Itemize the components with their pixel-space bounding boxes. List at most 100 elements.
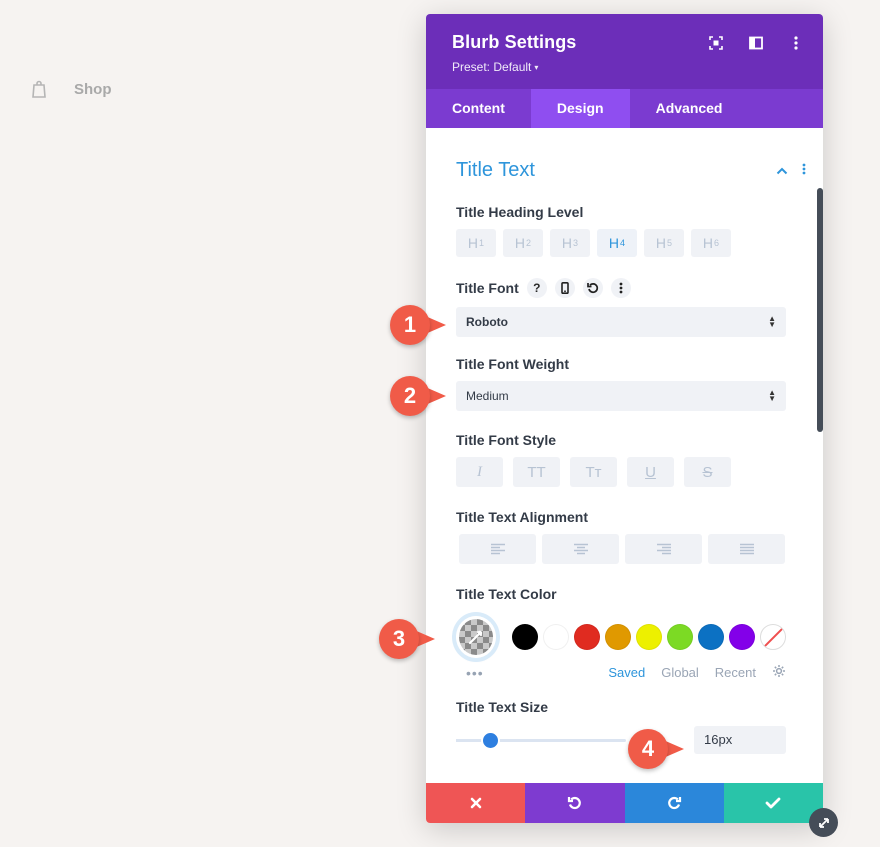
undo-icon <box>567 796 581 810</box>
swatch-blue[interactable] <box>698 624 724 650</box>
preset-label: Preset: Default <box>452 60 532 74</box>
select-arrows-icon: ▲ ▼ <box>768 388 776 403</box>
uppercase-button[interactable]: TT <box>513 457 560 487</box>
swatch-black[interactable] <box>512 624 538 650</box>
text-color-label: Title Text Color <box>456 586 557 602</box>
shopping-bag-icon <box>32 80 46 98</box>
colors-tab-recent[interactable]: Recent <box>715 665 756 680</box>
blurb-settings-modal: Blurb Settings Preset: Default ▾ Content … <box>426 14 823 823</box>
swatch-yellow[interactable] <box>636 624 662 650</box>
settings-content: Title Text Title Heading Level H1 H2 H3 … <box>426 128 823 783</box>
section-title: Title Text <box>456 159 535 181</box>
eyedropper-icon <box>468 630 483 645</box>
italic-button[interactable]: I <box>456 457 503 487</box>
align-left-icon <box>490 543 505 555</box>
swatch-orange[interactable] <box>605 624 631 650</box>
italic-icon: I <box>477 463 482 480</box>
title-font-select[interactable]: Roboto ▲ ▼ <box>456 307 786 337</box>
swatch-none[interactable] <box>760 624 786 650</box>
strikethrough-button[interactable]: S <box>684 457 731 487</box>
font-style-field: Title Font Style I TT Tт U S <box>456 432 786 487</box>
heading-level-options: H1 H2 H3 H4 H5 H6 <box>456 229 786 257</box>
swatch-purple[interactable] <box>729 624 755 650</box>
align-right-icon <box>656 543 671 555</box>
font-style-label: Title Font Style <box>456 432 557 448</box>
color-picker-button[interactable] <box>456 616 496 658</box>
swatch-green[interactable] <box>667 624 693 650</box>
callout-3: 3 <box>379 619 435 659</box>
checkmark-icon <box>765 797 781 809</box>
text-size-input[interactable]: 16px <box>694 726 786 754</box>
heading-level-field: Title Heading Level H1 H2 H3 H4 H5 H6 <box>456 204 786 257</box>
slider-handle[interactable] <box>483 732 498 748</box>
reset-icon[interactable] <box>582 278 603 298</box>
tab-design[interactable]: Design <box>530 89 630 128</box>
redo-button[interactable] <box>624 783 724 823</box>
caret-down-icon: ▾ <box>534 63 539 72</box>
font-weight-field: Title Font Weight Medium ▲ ▼ <box>456 356 786 411</box>
shop-label: Shop <box>74 80 112 98</box>
title-font-label: Title Font <box>456 280 519 296</box>
callout-number: 4 <box>628 729 668 769</box>
heading-h4-button[interactable]: H4 <box>597 229 637 257</box>
align-right-button[interactable] <box>625 534 702 564</box>
colors-tab-global[interactable]: Global <box>661 665 699 680</box>
resize-handle[interactable] <box>809 808 838 837</box>
color-settings-gear-icon[interactable] <box>772 664 786 681</box>
close-icon <box>470 797 481 809</box>
save-button[interactable] <box>723 783 823 823</box>
text-alignment-label: Title Text Alignment <box>456 509 588 525</box>
capitalize-button[interactable]: Tт <box>570 457 617 487</box>
callout-number: 1 <box>390 305 430 345</box>
mobile-icon[interactable] <box>554 278 575 298</box>
alignment-options <box>459 534 786 564</box>
shop-menu-item[interactable]: Shop <box>30 80 112 98</box>
align-justify-icon <box>739 543 754 555</box>
chevron-up-icon[interactable] <box>776 162 788 180</box>
text-color-field: Title Text Color ••• Saved Global Recent <box>456 586 786 681</box>
undo-button[interactable] <box>525 783 625 823</box>
color-swatches <box>512 624 786 650</box>
section-header[interactable]: Title Text <box>456 159 806 182</box>
select-arrows-icon: ▲ ▼ <box>768 314 776 329</box>
underline-button[interactable]: U <box>627 457 674 487</box>
swatch-red[interactable] <box>574 624 600 650</box>
title-font-field: Title Font ? Roboto ▲ ▼ <box>456 278 786 337</box>
font-weight-select[interactable]: Medium ▲ ▼ <box>456 381 786 411</box>
capitalize-icon: Tт <box>585 463 602 481</box>
more-colors-icon[interactable]: ••• <box>466 665 484 681</box>
fullscreen-icon[interactable] <box>707 34 725 52</box>
heading-h6-button[interactable]: H6 <box>691 229 731 257</box>
section-options-icon[interactable] <box>802 162 806 180</box>
heading-h1-button[interactable]: H1 <box>456 229 496 257</box>
text-alignment-field: Title Text Alignment <box>456 509 786 564</box>
heading-h5-button[interactable]: H5 <box>644 229 684 257</box>
tab-content[interactable]: Content <box>426 89 531 128</box>
colors-tab-saved[interactable]: Saved <box>608 665 645 680</box>
font-weight-value: Medium <box>466 389 509 403</box>
text-size-slider[interactable] <box>456 732 626 748</box>
split-view-icon[interactable] <box>747 34 765 52</box>
help-icon[interactable]: ? <box>526 278 547 298</box>
more-options-icon[interactable] <box>787 34 805 52</box>
callout-4: 4 <box>628 729 684 769</box>
tab-advanced[interactable]: Advanced <box>630 89 749 128</box>
heading-h2-button[interactable]: H2 <box>503 229 543 257</box>
modal-footer <box>426 783 823 823</box>
align-center-button[interactable] <box>542 534 619 564</box>
text-size-label: Title Text Size <box>456 699 549 715</box>
redo-icon <box>668 796 682 810</box>
preset-dropdown[interactable]: Preset: Default ▾ <box>452 60 797 74</box>
font-weight-label: Title Font Weight <box>456 356 570 372</box>
uppercase-icon: TT <box>527 463 546 481</box>
underline-icon: U <box>645 463 656 481</box>
heading-h3-button[interactable]: H3 <box>550 229 590 257</box>
align-left-button[interactable] <box>459 534 536 564</box>
cancel-button[interactable] <box>426 783 526 823</box>
swatch-white[interactable] <box>543 624 569 650</box>
scrollbar[interactable] <box>817 188 823 432</box>
resize-diagonal-icon <box>818 817 829 828</box>
font-options-icon[interactable] <box>610 278 631 298</box>
modal-header: Blurb Settings Preset: Default ▾ <box>426 14 823 89</box>
align-justify-button[interactable] <box>708 534 785 564</box>
